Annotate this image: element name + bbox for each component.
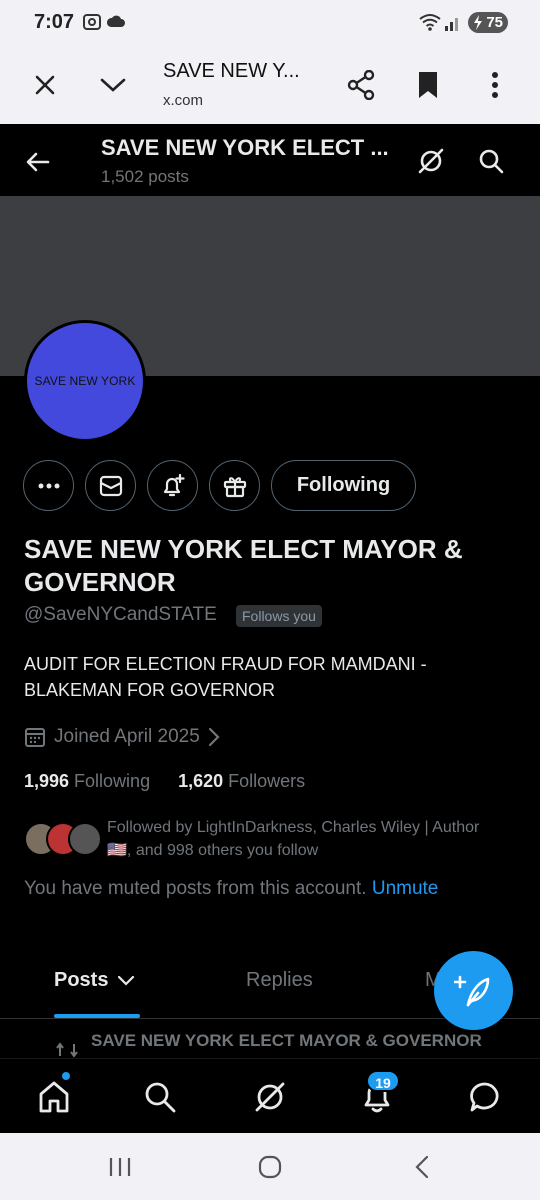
gift-icon [223, 476, 246, 497]
nav-home[interactable] [32, 1075, 76, 1119]
compose-button[interactable] [434, 951, 513, 1030]
grok-icon [255, 1082, 285, 1112]
avatar-text: SAVE NEW YORK [34, 374, 136, 388]
chevron-right-icon [208, 727, 220, 747]
header-profile-name: SAVE NEW YORK ELECT ... [101, 135, 389, 160]
joined-date-row[interactable]: Joined April 2025 [24, 724, 220, 750]
followed-by-text[interactable]: Followed by LightInDarkness, Charles Wil… [107, 816, 507, 862]
tab-replies[interactable]: Replies [246, 969, 313, 992]
followers-count-link[interactable]: 1,620 Followers [178, 771, 305, 792]
bio: AUDIT FOR ELECTION FRAUD FOR MAMDANI - B… [24, 654, 427, 700]
bottom-nav [0, 1058, 540, 1133]
handle: @SaveNYCandSTATE [24, 604, 217, 625]
close-icon [35, 75, 55, 95]
search-button[interactable] [470, 140, 512, 182]
tab-posts-label: Posts [54, 969, 109, 991]
signal-icon [445, 18, 458, 31]
header-post-count: 1,502 posts [101, 167, 189, 186]
page-title: SAVE NEW Y... [163, 60, 300, 82]
home-unread-dot [61, 1071, 71, 1081]
unmute-link[interactable]: Unmute [372, 878, 439, 899]
collapse-button[interactable] [91, 63, 135, 107]
notify-button[interactable] [147, 460, 198, 511]
compose-feather-icon [453, 975, 489, 1006]
battery-indicator: 75 [468, 12, 508, 33]
recent-apps-icon [109, 1158, 131, 1176]
share-button[interactable] [339, 63, 383, 107]
home-icon [39, 1081, 69, 1113]
nav-grok[interactable] [248, 1075, 292, 1119]
close-tab-button[interactable] [23, 63, 67, 107]
muted-text: You have muted posts from this account. [24, 878, 367, 899]
followers-label: Followers [228, 771, 306, 791]
display-name: SAVE NEW YORK ELECT MAYOR & GOVERNOR [24, 534, 463, 597]
followers-count: 1,620 [178, 771, 224, 791]
vertical-dots-icon [492, 72, 498, 98]
active-tab-indicator [54, 1014, 140, 1018]
share-icon [347, 70, 375, 100]
nav-messages[interactable] [463, 1075, 507, 1119]
following-button[interactable]: Following [271, 460, 416, 511]
bookmark-icon [419, 72, 437, 98]
more-actions-button[interactable] [23, 460, 74, 511]
follows-you-badge: Follows you [236, 605, 322, 627]
chat-bubble-icon [470, 1082, 499, 1112]
notifications-badge: 19 [366, 1070, 400, 1092]
joined-date: Joined April 2025 [54, 726, 200, 747]
recent-apps-button[interactable] [100, 1151, 140, 1183]
follow-counts: 1,996 Following 1,620 Followers [24, 771, 333, 792]
gift-button[interactable] [209, 460, 260, 511]
following-label: Following [74, 771, 151, 791]
back-system-button[interactable] [402, 1151, 442, 1183]
back-button[interactable] [18, 142, 58, 182]
chevron-down-icon [117, 975, 135, 986]
mail-icon [99, 475, 122, 496]
wifi-icon [419, 14, 441, 31]
avatar[interactable]: SAVE NEW YORK [24, 320, 146, 442]
following-count: 1,996 [24, 771, 70, 791]
cloud-icon [106, 15, 125, 27]
repost-author: SAVE NEW YORK ELECT MAYOR & GOVERNOR [91, 1031, 482, 1050]
grok-icon [418, 148, 444, 174]
home-system-button[interactable] [250, 1151, 290, 1183]
status-bar: 7:07 75 [0, 0, 540, 46]
muted-notice: You have muted posts from this account. … [24, 878, 438, 900]
calendar-icon [25, 728, 45, 747]
chevron-left-icon [415, 1155, 429, 1179]
system-navigation-bar [0, 1133, 540, 1200]
more-options-button[interactable] [473, 63, 517, 107]
browser-toolbar: SAVE NEW Y... x.com [0, 46, 540, 124]
screenshot-icon [83, 14, 101, 30]
profile-header: SAVE NEW YORK ELECT ... 1,502 posts [0, 124, 540, 196]
bell-plus-icon [163, 473, 185, 496]
nav-search[interactable] [138, 1075, 182, 1119]
grok-button[interactable] [410, 140, 452, 182]
charging-icon [474, 15, 482, 30]
horizontal-dots-icon [38, 483, 59, 488]
home-circle-icon [258, 1155, 282, 1179]
arrow-left-icon [26, 152, 50, 172]
bookmark-button[interactable] [406, 63, 450, 107]
tab-posts[interactable]: Posts [54, 969, 135, 992]
follower-avatar [68, 822, 102, 856]
following-count-link[interactable]: 1,996 Following [24, 771, 150, 792]
repost-icon [56, 1042, 78, 1058]
search-icon [479, 149, 504, 174]
search-icon [145, 1082, 176, 1113]
battery-level: 75 [486, 14, 503, 31]
chevron-down-icon [100, 78, 126, 92]
status-time: 7:07 [34, 11, 75, 33]
message-button[interactable] [85, 460, 136, 511]
page-url: x.com [163, 92, 204, 109]
